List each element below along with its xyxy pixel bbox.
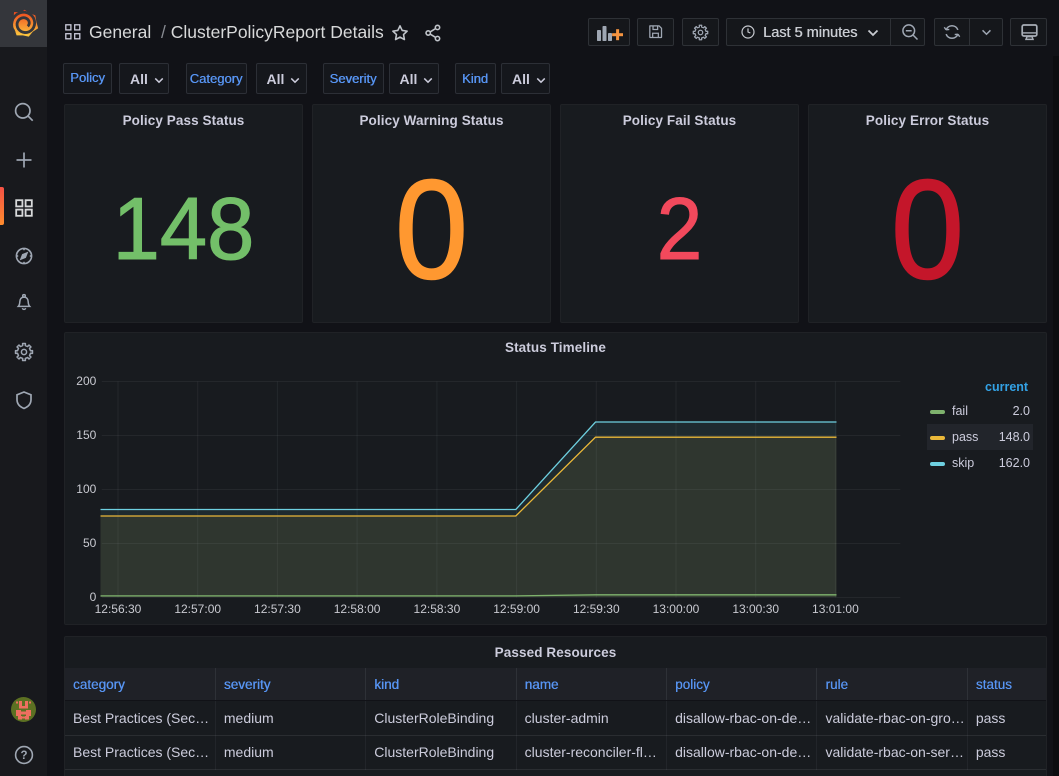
svg-text:12:58:30: 12:58:30 xyxy=(414,602,461,616)
svg-text:12:59:00: 12:59:00 xyxy=(493,602,540,616)
svg-text:13:00:30: 13:00:30 xyxy=(732,602,779,616)
svg-text:?: ? xyxy=(20,750,27,762)
svg-text:50: 50 xyxy=(83,536,97,550)
svg-text:12:57:00: 12:57:00 xyxy=(174,602,221,616)
svg-text:200: 200 xyxy=(76,374,96,388)
svg-text:150: 150 xyxy=(76,428,96,442)
svg-text:12:57:30: 12:57:30 xyxy=(254,602,301,616)
svg-text:13:00:00: 13:00:00 xyxy=(653,602,700,616)
svg-text:100: 100 xyxy=(76,482,96,496)
svg-text:12:58:00: 12:58:00 xyxy=(334,602,381,616)
svg-text:12:59:30: 12:59:30 xyxy=(573,602,620,616)
svg-text:12:56:30: 12:56:30 xyxy=(95,602,142,616)
svg-text:13:01:00: 13:01:00 xyxy=(812,602,859,616)
